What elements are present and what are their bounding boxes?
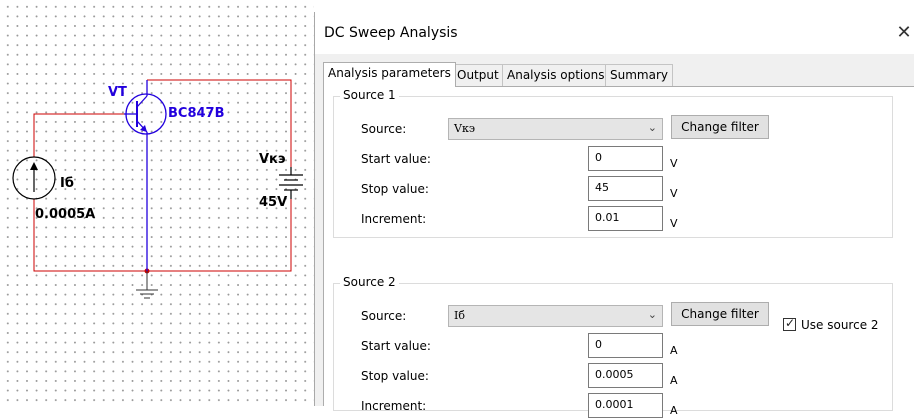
chevron-down-icon: ⌄	[647, 121, 657, 134]
source1-start-label: Start value:	[361, 152, 431, 166]
voltage-source-name-label: Vкэ	[259, 152, 286, 167]
source2-stop-unit: A	[670, 374, 678, 387]
analysis-parameters-panel: Source 1 Source: Vкэ ⌄ Change filter Sta…	[323, 86, 914, 418]
source1-change-filter-button[interactable]: Change filter	[671, 115, 769, 139]
source1-increment-unit: V	[670, 217, 678, 230]
chevron-down-icon: ⌄	[647, 308, 657, 321]
source1-select[interactable]: Vкэ ⌄	[448, 118, 663, 140]
source1-title: Source 1	[340, 88, 399, 102]
source1-stop-label: Stop value:	[361, 182, 429, 196]
transistor-symbol[interactable]	[124, 80, 167, 271]
tab-analysis-options[interactable]: Analysis options	[502, 64, 610, 86]
source2-select-value: Iб	[454, 309, 465, 322]
dialog-title: DC Sweep Analysis	[324, 25, 458, 41]
tab-analysis-parameters[interactable]: Analysis parameters	[323, 62, 456, 87]
current-source-symbol[interactable]	[12, 156, 56, 200]
source2-source-label: Source:	[361, 309, 407, 323]
source1-start-input[interactable]: 0	[588, 146, 663, 171]
ground-symbol	[136, 271, 158, 299]
source2-change-filter-button[interactable]: Change filter	[671, 302, 769, 326]
source2-stop-label: Stop value:	[361, 369, 429, 383]
schematic-canvas[interactable]: VT BC847B Iб 0.0005A Vкэ 45V	[0, 0, 314, 406]
source2-increment-label: Increment:	[361, 399, 427, 413]
transistor-model-label: BC847B	[168, 106, 225, 121]
wire-base[interactable]	[33, 113, 124, 157]
source2-stop-input[interactable]: 0.0005	[588, 363, 663, 388]
source1-select-value: Vкэ	[454, 122, 475, 135]
source1-stop-unit: V	[670, 187, 678, 200]
dc-sweep-dialog: DC Sweep Analysis ✕ Analysis parameters …	[314, 12, 914, 418]
source2-select[interactable]: Iб ⌄	[448, 305, 663, 327]
close-icon[interactable]: ✕	[893, 18, 914, 48]
source1-increment-input[interactable]: 0.01	[588, 206, 663, 231]
source1-start-unit: V	[670, 157, 678, 170]
source2-start-unit: A	[670, 344, 678, 357]
tab-summary[interactable]: Summary	[605, 64, 673, 86]
source1-source-label: Source:	[361, 122, 407, 136]
source2-title: Source 2	[340, 275, 399, 289]
voltage-source-value-label: 45V	[259, 195, 288, 210]
current-source-name-label: Iб	[60, 176, 74, 191]
transistor-ref-label: VT	[108, 85, 127, 100]
current-source-value-label: 0.0005A	[35, 207, 96, 222]
tab-output[interactable]: Output	[452, 64, 504, 86]
source1-group: Source 1 Source: Vкэ ⌄ Change filter Sta…	[333, 88, 893, 238]
source2-group: Source 2 Source: Iб ⌄ Change filter Star…	[333, 275, 893, 418]
dialog-titlebar[interactable]: DC Sweep Analysis ✕	[315, 12, 914, 54]
source1-increment-label: Increment:	[361, 212, 427, 226]
source2-start-input[interactable]: 0	[588, 333, 663, 358]
source2-start-label: Start value:	[361, 339, 431, 353]
source1-stop-input[interactable]: 45	[588, 176, 663, 201]
